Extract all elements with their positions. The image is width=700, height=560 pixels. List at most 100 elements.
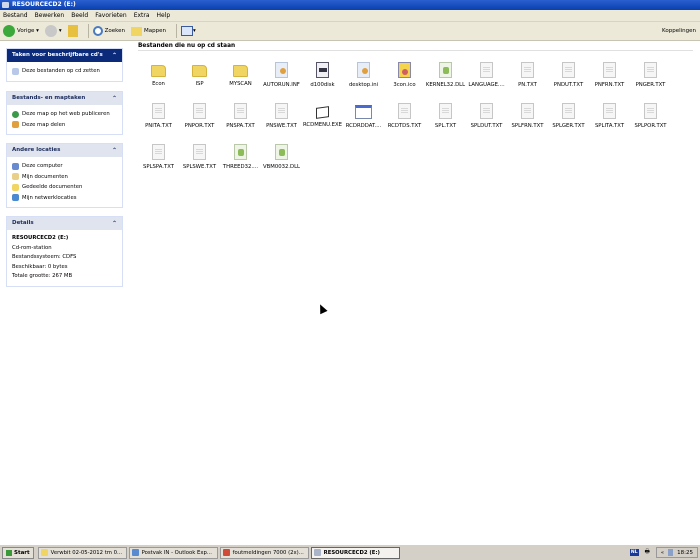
menu-favorieten[interactable]: Favorieten <box>95 12 126 19</box>
file-item[interactable]: RCDRDDAT.... <box>343 100 384 141</box>
txt-file-icon <box>562 62 575 78</box>
txt-file-icon <box>603 103 616 119</box>
taskbar-button[interactable]: Verwbit 02-05-2012 tm 0... <box>37 546 127 559</box>
ico-file-icon <box>398 62 411 78</box>
up-folder-button[interactable] <box>67 25 78 37</box>
details-panel: Details ⌃ RESOURCECD2 (E:) Cd-rom-station… <box>6 216 123 287</box>
publish-web-link[interactable]: Deze map op het web publiceren <box>12 109 117 120</box>
file-name: RCDTDS.TXT <box>387 123 422 129</box>
menu-help[interactable]: Help <box>157 12 171 19</box>
file-item[interactable]: SPLPOR.TXT <box>630 100 671 141</box>
win-file-icon <box>355 105 372 119</box>
link-label: Deze map op het web publiceren <box>22 111 110 117</box>
file-item[interactable]: PNGER.TXT <box>630 59 671 100</box>
collapse-chevron-icon[interactable]: ⌃ <box>112 92 117 105</box>
file-item[interactable]: PNPOR.TXT <box>179 100 220 141</box>
file-item[interactable]: 3con.ico <box>384 59 425 100</box>
link-label: Deze computer <box>22 163 63 169</box>
file-item[interactable]: PNITA.TXT <box>138 100 179 141</box>
details-total-size: Totale grootte: 267 MB <box>12 273 73 279</box>
file-name: RCDMENU.EXE <box>303 122 342 128</box>
title-bar: RESOURCECD2 (E:) <box>0 0 700 10</box>
cd-tasks-header[interactable]: Taken voor beschrijfbare cd's ⌃ <box>7 49 122 62</box>
file-item[interactable]: SPLFRN.TXT <box>507 100 548 141</box>
file-item[interactable]: SPLITA.TXT <box>589 100 630 141</box>
file-name: PN.TXT <box>518 82 537 88</box>
file-item[interactable]: SPLDUT.TXT <box>466 100 507 141</box>
file-name: 3con.ico <box>393 82 416 88</box>
printer-icon[interactable]: 🖶 <box>645 548 650 557</box>
my-documents-link[interactable]: Mijn documenten <box>12 172 117 183</box>
links-button[interactable]: Koppelingen <box>662 28 696 34</box>
taskbar-button-label: foutmeldingen 7000 (2x)... <box>232 549 304 556</box>
file-item[interactable]: RCDTDS.TXT <box>384 100 425 141</box>
file-item[interactable]: SPLGER.TXT <box>548 100 589 141</box>
start-button[interactable]: Start <box>2 546 34 559</box>
file-item[interactable]: MYSCAN <box>220 59 261 100</box>
file-item[interactable]: RCDMENU.EXE <box>302 100 343 141</box>
file-tasks-header[interactable]: Bestands- en maptaken ⌃ <box>7 92 122 105</box>
file-item[interactable]: AUTORUN.INF <box>261 59 302 100</box>
file-name: SPLGER.TXT <box>552 123 585 129</box>
folder-file-icon <box>233 65 248 77</box>
file-item[interactable]: THREED32.... <box>220 141 261 182</box>
file-name: PNDUT.TXT <box>553 82 584 88</box>
forward-button[interactable]: ▾ <box>44 25 62 37</box>
views-button[interactable]: ▾ <box>181 26 196 36</box>
menu-extra[interactable]: Extra <box>134 12 150 19</box>
txt-file-icon <box>562 103 575 119</box>
menu-beeld[interactable]: Beeld <box>71 12 88 19</box>
file-item[interactable]: LANGUAGE.... <box>466 59 507 100</box>
taskbar-button[interactable]: foutmeldingen 7000 (2x)... <box>219 546 309 559</box>
tray-expand-icon[interactable]: « <box>661 550 664 556</box>
file-item[interactable]: d100disk <box>302 59 343 100</box>
file-item[interactable]: PNDUT.TXT <box>548 59 589 100</box>
my-computer-link[interactable]: Deze computer <box>12 161 117 172</box>
txt-file-icon <box>521 103 534 119</box>
collapse-chevron-icon[interactable]: ⌃ <box>112 49 117 62</box>
file-item[interactable]: SPL.TXT <box>425 100 466 141</box>
exe-file-icon <box>316 106 329 119</box>
file-item[interactable]: PNSWE.TXT <box>261 100 302 141</box>
file-item[interactable]: SPLSPA.TXT <box>138 141 179 182</box>
file-item[interactable]: VBM0032.DLL <box>261 141 302 182</box>
file-item[interactable]: SPLSWE.TXT <box>179 141 220 182</box>
folders-button[interactable]: Mappen <box>131 26 167 36</box>
txt-file-icon <box>152 103 165 119</box>
link-label: Deze map delen <box>22 121 66 128</box>
file-item[interactable]: Econ <box>138 59 179 100</box>
file-name: PNITA.TXT <box>145 123 172 129</box>
share-icon <box>12 121 19 129</box>
app-icon <box>131 549 139 556</box>
app-icon <box>313 549 321 556</box>
collapse-chevron-icon[interactable]: ⌃ <box>112 217 117 230</box>
language-indicator[interactable]: NL <box>629 549 639 556</box>
search-button[interactable]: Zoeken <box>92 26 125 36</box>
menu-bestand[interactable]: Bestand <box>3 12 28 19</box>
file-name: PNSPA.TXT <box>226 123 255 129</box>
menu-bewerken[interactable]: Bewerken <box>35 12 65 19</box>
taskbar-button[interactable]: Postvak IN - Outlook Exp... <box>128 546 218 559</box>
details-header[interactable]: Details ⌃ <box>7 217 122 230</box>
file-grid: Econ ISP MYSCAN AUTORUN.INF d100disk desktop.… <box>138 59 671 182</box>
other-places-header[interactable]: Andere locaties ⌃ <box>7 144 122 157</box>
file-item[interactable]: desktop.ini <box>343 59 384 100</box>
back-button[interactable]: Vorige ▾ <box>3 25 39 37</box>
txt-file-icon <box>521 62 534 78</box>
link-label: Deze bestanden op cd zetten <box>22 68 100 74</box>
file-item[interactable]: PNSPA.TXT <box>220 100 261 141</box>
write-to-cd-link[interactable]: Deze bestanden op cd zetten <box>12 66 117 77</box>
folders-label: Mappen <box>144 28 167 34</box>
file-list-pane: Bestanden die nu op cd staan Econ ISP MYSC… <box>132 41 700 544</box>
shared-documents-link[interactable]: Gedeelde documenten <box>12 182 117 193</box>
separator <box>87 24 89 38</box>
file-item[interactable]: PNFRN.TXT <box>589 59 630 100</box>
network-tray-icon[interactable] <box>668 549 674 556</box>
file-item[interactable]: ISP <box>179 59 220 100</box>
share-folder-link[interactable]: Deze map delen <box>12 120 117 131</box>
file-item[interactable]: KERNEL32.DLL <box>425 59 466 100</box>
file-item[interactable]: PN.TXT <box>507 59 548 100</box>
collapse-chevron-icon[interactable]: ⌃ <box>112 144 117 157</box>
network-places-link[interactable]: Mijn netwerklocaties <box>12 193 117 204</box>
taskbar-button[interactable]: RESOURCECD2 (E:) <box>310 546 400 559</box>
